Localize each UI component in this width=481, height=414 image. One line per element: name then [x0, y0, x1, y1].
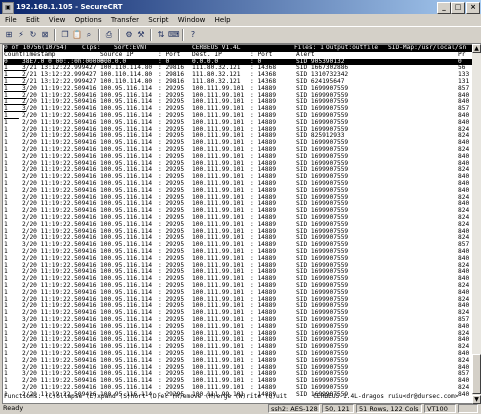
global-options-icon[interactable]: ⚒: [136, 30, 146, 40]
header-sidmap: SID-Map:/usr/local/sn: [388, 44, 467, 51]
status-ready: Ready: [3, 404, 24, 412]
toolbar-separator: [118, 29, 120, 41]
help-icon[interactable]: ?: [188, 30, 198, 40]
copy-icon[interactable]: ❐: [60, 30, 70, 40]
menu-view[interactable]: View: [49, 16, 66, 24]
keymap-icon[interactable]: ⌨: [168, 30, 180, 40]
session-options-icon[interactable]: ⚙: [124, 30, 134, 40]
quick-connect-icon[interactable]: ⚡: [16, 30, 26, 40]
toolbar: ⊞ ⚡ ↻ ⊠ ❐ 📋 ⌕ ⎙ ⚙ ⚒ ⇅ ⌨ ?: [0, 26, 481, 44]
app-icon[interactable]: ▣: [2, 2, 14, 14]
scroll-thumb[interactable]: [472, 354, 481, 394]
sftp-icon[interactable]: ⇅: [156, 30, 166, 40]
menu-help[interactable]: Help: [215, 16, 231, 24]
connect-icon[interactable]: ⊞: [4, 30, 14, 40]
status-bar: Ready ssh2: AES-128 50, 121 51 Rows, 122…: [0, 403, 481, 414]
maximize-button[interactable]: □: [451, 2, 465, 14]
toolbar-separator: [54, 29, 56, 41]
menu-edit[interactable]: Edit: [26, 16, 40, 24]
toolbar-separator: [98, 29, 100, 41]
reconnect-icon[interactable]: ↻: [28, 30, 38, 40]
header-output: Output:outfile: [326, 44, 379, 51]
find-icon[interactable]: ⌕: [84, 30, 94, 40]
minimize-button[interactable]: _: [437, 2, 451, 14]
status-terminal-type: VT100: [424, 404, 456, 413]
header-clps: Clps:: [82, 44, 101, 51]
status-indicator: [458, 404, 478, 413]
menu-window[interactable]: Window: [178, 16, 206, 24]
toolbar-separator: [150, 29, 152, 41]
menu-file[interactable]: File: [5, 16, 17, 24]
status-cursor: 50, 121: [322, 404, 354, 413]
title-bar[interactable]: ▣ 192.168.1.105 - SecureCRT _ □ ×: [0, 0, 481, 14]
menu-bar: File Edit View Options Transfer Script W…: [0, 14, 481, 26]
close-button[interactable]: ×: [466, 2, 480, 14]
print-icon[interactable]: ⎙: [104, 30, 114, 40]
paste-icon[interactable]: 📋: [72, 30, 82, 40]
scroll-up-icon[interactable]: ▲: [472, 44, 481, 53]
status-size: 51 Rows, 122 Cols: [356, 404, 422, 413]
menu-transfer[interactable]: Transfer: [111, 16, 139, 24]
terminal-area[interactable]: 0 of 10756(10754) Clps: Sort:EVNT CERBEU…: [2, 44, 474, 404]
menu-options[interactable]: Options: [75, 16, 102, 24]
terminal-header-row: 0 of 10756(10754) Clps: Sort:EVNT CERBEU…: [4, 45, 472, 52]
securecrt-window: ▣ 192.168.1.105 - SecureCRT _ □ × File E…: [0, 0, 481, 414]
menu-script[interactable]: Script: [148, 16, 168, 24]
window-title: 192.168.1.105 - SecureCRT: [16, 3, 123, 11]
disconnect-icon[interactable]: ⊠: [40, 30, 50, 40]
vertical-scrollbar[interactable]: ▲ ▼: [472, 44, 481, 404]
terminal-footer: Functions: (C)ollapse (E)xpand (S)hort (…: [4, 393, 459, 400]
status-cipher: ssh2: AES-128: [268, 404, 320, 413]
toolbar-separator: [182, 29, 184, 41]
